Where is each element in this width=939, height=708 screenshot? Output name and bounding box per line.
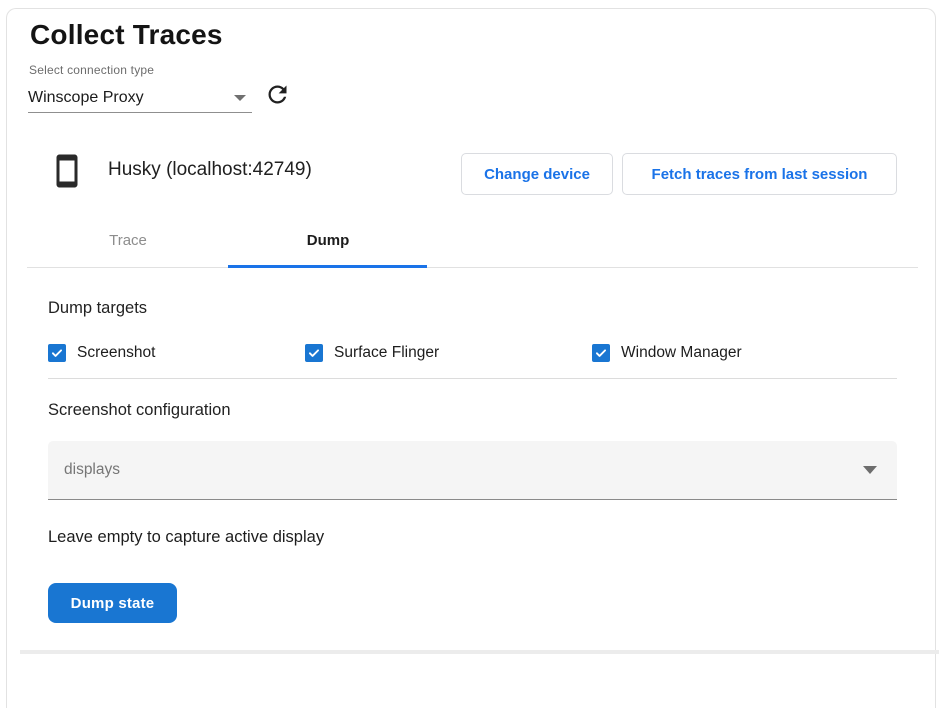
connection-type-label: Select connection type: [29, 63, 154, 77]
screenshot-config-heading: Screenshot configuration: [48, 401, 231, 420]
chevron-down-icon: [234, 95, 246, 101]
capture-hint-text: Leave empty to capture active display: [48, 528, 324, 547]
dump-state-button[interactable]: Dump state: [48, 583, 177, 623]
fetch-traces-button[interactable]: Fetch traces from last session: [622, 153, 897, 195]
checkbox-surface-flinger-label: Surface Flinger: [334, 344, 439, 362]
next-section-edge: [20, 650, 939, 654]
displays-select-value: displays: [64, 461, 120, 479]
check-icon: [305, 344, 323, 362]
dump-targets-heading: Dump targets: [48, 299, 147, 318]
connection-type-value: Winscope Proxy: [28, 89, 144, 107]
check-icon: [48, 344, 66, 362]
tabs-divider: [27, 267, 918, 268]
connection-type-select[interactable]: Winscope Proxy: [28, 84, 252, 113]
refresh-icon: [264, 81, 291, 111]
checkbox-window-manager-label: Window Manager: [621, 344, 742, 362]
change-device-button[interactable]: Change device: [461, 153, 613, 195]
tab-dump[interactable]: Dump: [228, 214, 428, 267]
check-icon: [592, 344, 610, 362]
active-tab-indicator: [228, 265, 427, 268]
smartphone-icon: [49, 153, 85, 194]
checkbox-screenshot-label: Screenshot: [77, 344, 155, 362]
checkbox-window-manager[interactable]: Window Manager: [592, 343, 742, 363]
checkbox-screenshot[interactable]: Screenshot: [48, 343, 155, 363]
refresh-connection-button[interactable]: [261, 80, 293, 112]
tab-trace[interactable]: Trace: [28, 214, 228, 267]
page-title: Collect Traces: [30, 19, 223, 51]
connected-device-name: Husky (localhost:42749): [108, 159, 312, 181]
displays-select[interactable]: displays: [48, 441, 897, 500]
section-divider: [48, 378, 897, 379]
checkbox-surface-flinger[interactable]: Surface Flinger: [305, 343, 439, 363]
chevron-down-icon: [863, 466, 877, 474]
